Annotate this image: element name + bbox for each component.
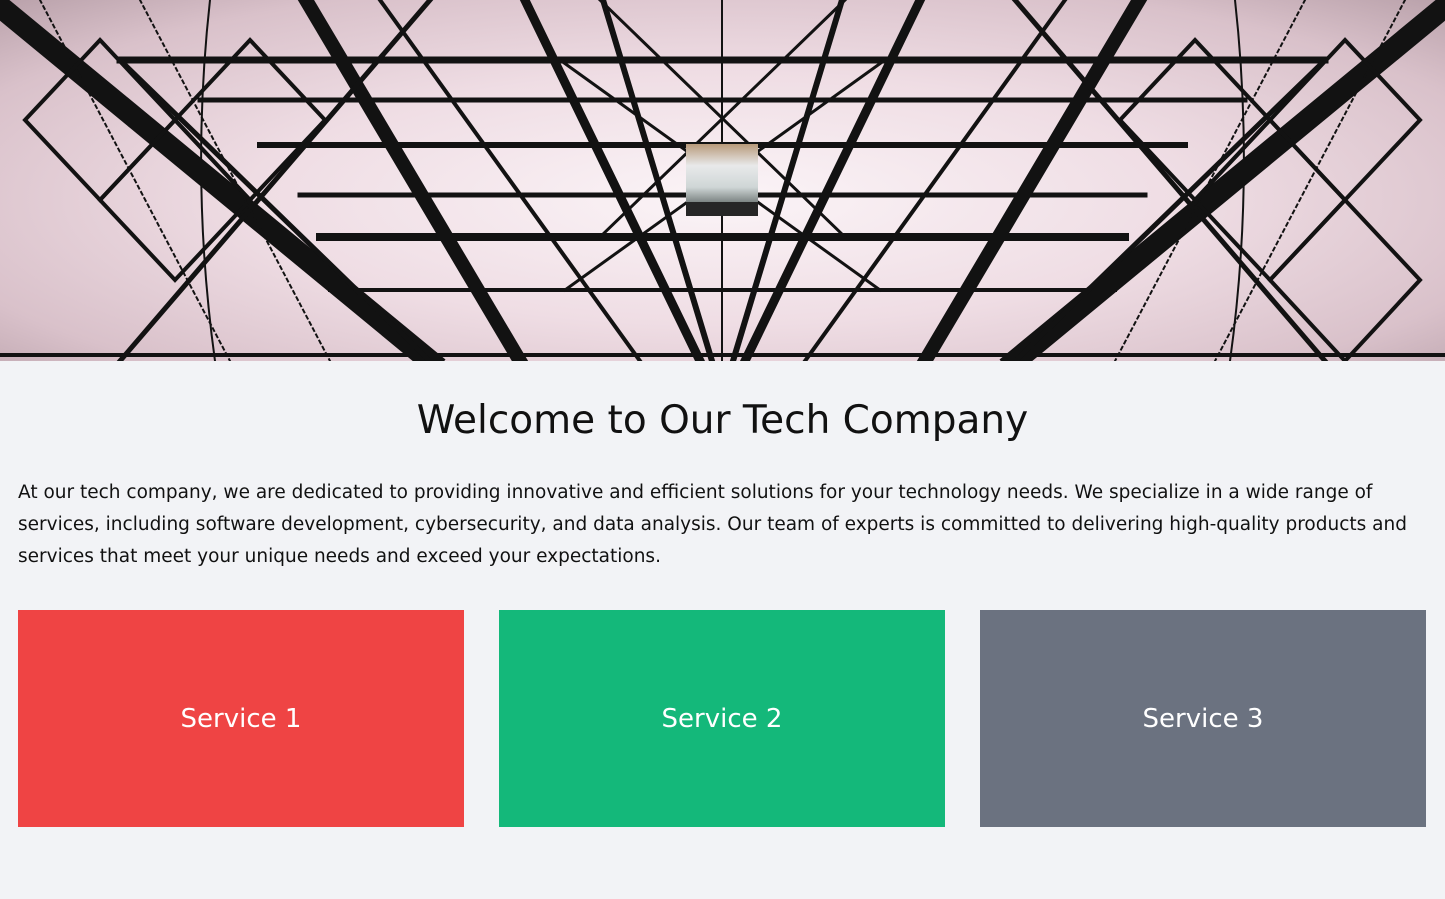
service-card-label: Service 3 (1142, 703, 1264, 734)
company-logo[interactable] (686, 144, 758, 216)
page-title: Welcome to Our Tech Company (416, 398, 1029, 443)
service-card-3[interactable]: Service 3 (980, 610, 1426, 827)
hero-banner (0, 0, 1445, 361)
logo-footer-bar (686, 202, 758, 216)
service-card-label: Service 1 (180, 703, 302, 734)
service-card-1[interactable]: Service 1 (18, 610, 464, 827)
intro-paragraph: At our tech company, we are dedicated to… (18, 482, 1407, 567)
service-card-2[interactable]: Service 2 (499, 610, 945, 827)
service-card-label: Service 2 (661, 703, 783, 734)
main-content: Welcome to Our Tech Company At our tech … (0, 361, 1445, 899)
